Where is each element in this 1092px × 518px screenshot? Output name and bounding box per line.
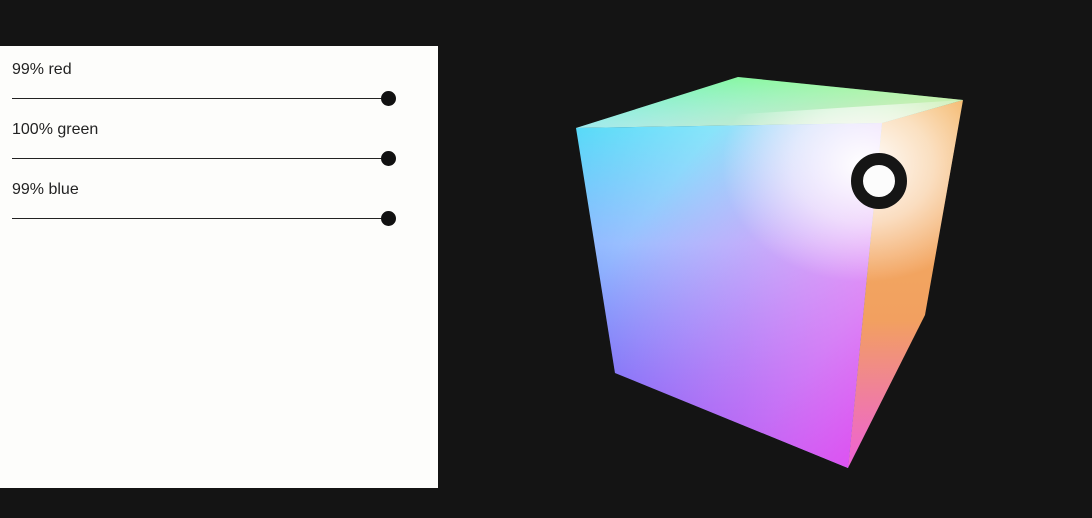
- ring-marker-icon[interactable]: [851, 153, 907, 209]
- color-cube-view[interactable]: [0, 0, 1092, 518]
